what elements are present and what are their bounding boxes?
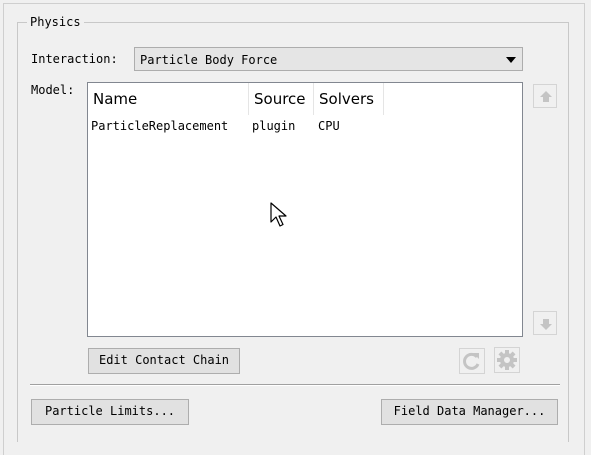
move-down-button[interactable] (533, 311, 557, 335)
row-source: plugin (252, 119, 296, 133)
model-label: Model: (31, 83, 75, 97)
particle-limits-button[interactable]: Particle Limits... (31, 399, 189, 425)
row-solvers: CPU (318, 119, 340, 133)
column-header-source[interactable]: Source (249, 83, 314, 115)
chevron-down-icon (506, 57, 516, 63)
group-title: Physics (27, 14, 84, 30)
mouse-cursor-icon (270, 202, 287, 227)
row-name: ParticleReplacement (91, 119, 229, 133)
column-header-name[interactable]: Name (88, 83, 249, 115)
edit-contact-chain-button[interactable]: Edit Contact Chain (88, 348, 240, 374)
separator-highlight (30, 385, 560, 386)
field-data-manager-button[interactable]: Field Data Manager... (381, 399, 558, 425)
refresh-button[interactable] (459, 348, 485, 374)
gear-icon (497, 350, 517, 370)
settings-button[interactable] (494, 347, 520, 373)
arrow-down-icon (540, 324, 552, 330)
column-header-solvers[interactable]: Solvers (314, 83, 384, 115)
model-list[interactable]: Name Source Solvers ParticleReplacement … (87, 82, 523, 337)
arrow-up-stem (543, 97, 549, 102)
interaction-label: Interaction: (31, 52, 118, 66)
interaction-dropdown[interactable]: Particle Body Force (134, 47, 523, 71)
move-up-button[interactable] (533, 84, 557, 108)
interaction-value: Particle Body Force (140, 53, 278, 67)
refresh-icon (463, 352, 480, 370)
